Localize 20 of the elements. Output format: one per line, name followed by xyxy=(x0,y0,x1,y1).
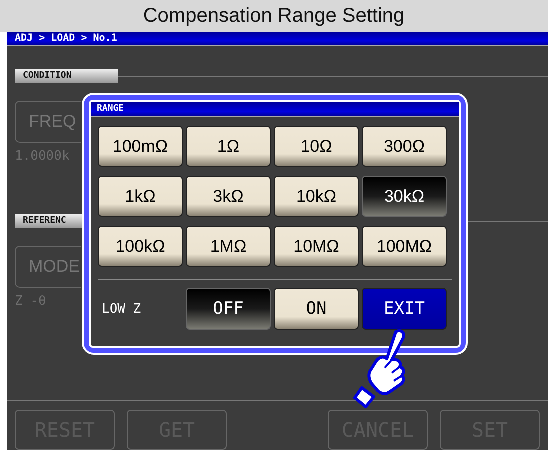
range-button[interactable]: 10MΩ xyxy=(274,226,359,267)
range-button[interactable]: 10Ω xyxy=(274,126,359,167)
range-button[interactable]: 10kΩ xyxy=(274,176,359,217)
range-button[interactable]: 30kΩ xyxy=(362,176,447,217)
low-z-label: LOW Z xyxy=(101,302,142,316)
section-heading: CONDITION xyxy=(15,69,118,83)
range-button[interactable]: 1Ω xyxy=(186,126,271,167)
dialog-title: RANGE xyxy=(91,102,459,117)
breadcrumb: ADJ > LOAD > No.1 xyxy=(15,33,118,44)
range-button[interactable]: 300Ω xyxy=(362,126,447,167)
exit-button[interactable]: EXIT xyxy=(362,288,447,330)
range-button[interactable]: 1MΩ xyxy=(186,226,271,267)
range-button[interactable]: 100MΩ xyxy=(362,226,447,267)
low-z-button[interactable]: OFF xyxy=(186,288,271,330)
range-button[interactable]: 1kΩ xyxy=(98,176,183,217)
low-z-button[interactable]: ON xyxy=(274,288,359,330)
screen-title: Compensation Range Setting xyxy=(143,4,405,28)
range-button[interactable]: 3kΩ xyxy=(186,176,271,217)
range-button[interactable]: 100mΩ xyxy=(98,126,183,167)
range-button[interactable]: 100kΩ xyxy=(98,226,183,267)
